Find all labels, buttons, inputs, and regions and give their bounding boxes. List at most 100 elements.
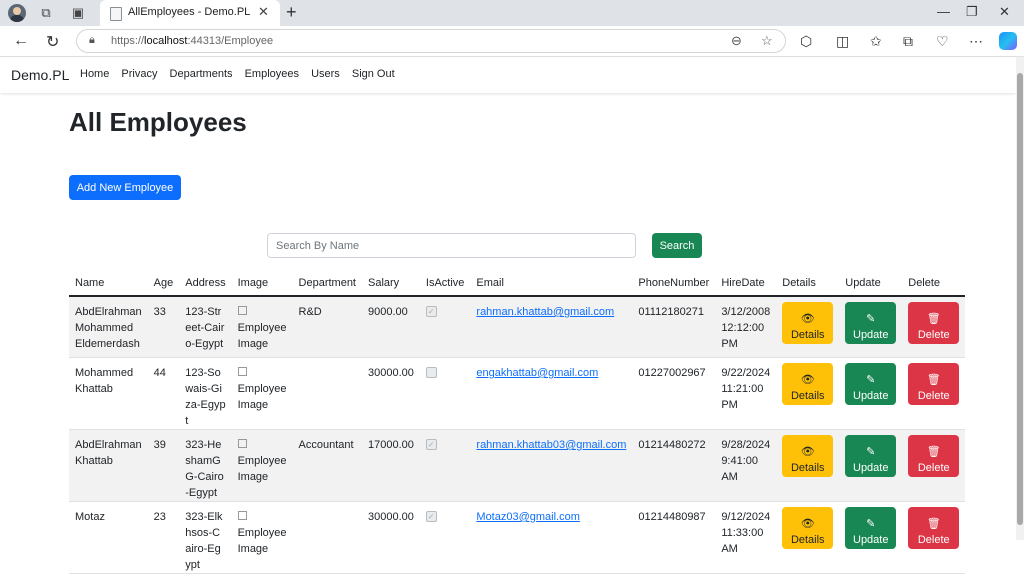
cell-isactive	[419, 357, 471, 430]
nav-departments[interactable]: Departments	[170, 68, 233, 80]
cell-phone: 01112180271	[632, 296, 716, 358]
email-link[interactable]: engakhattab@gmail.com	[476, 367, 598, 379]
cell-details: 👁︎ Details	[776, 357, 840, 430]
delete-button[interactable]: 🗑︎ Delete	[908, 507, 960, 549]
tab-actions-icon[interactable]: ▣	[70, 5, 86, 21]
lock-icon[interactable]: 🔒︎	[89, 34, 95, 47]
cell-email: rahman.khattab@gmail.com	[470, 296, 633, 358]
search-button[interactable]: Search	[652, 233, 702, 258]
employees-table: Name Age Address Image Department Salary…	[69, 270, 966, 574]
page-scrollbar[interactable]	[1016, 57, 1024, 540]
favorites-icon[interactable]: ✩	[870, 33, 882, 50]
isactive-checkbox	[425, 367, 437, 378]
copilot-icon[interactable]	[999, 32, 1017, 50]
scrollbar-thumb[interactable]	[1017, 73, 1023, 525]
update-button[interactable]: ✎ Update	[845, 507, 897, 549]
cell-hiredate: 9/22/2024 11:21:00 PM	[715, 357, 777, 430]
col-name: Name	[69, 270, 148, 297]
delete-button[interactable]: 🗑︎ Delete	[908, 302, 960, 344]
email-link[interactable]: Motaz03@gmail.com	[476, 511, 579, 523]
cell-email: engakhattab@gmail.com	[470, 357, 633, 430]
cell-isactive	[419, 296, 471, 358]
restore-icon[interactable]: ❐	[966, 4, 978, 20]
tab-title: AllEmployees - Demo.PL	[128, 6, 251, 18]
split-screen-icon[interactable]: ◫	[836, 33, 849, 50]
details-button[interactable]: 👁︎ Details	[782, 435, 834, 477]
refresh-icon[interactable]: ↻	[46, 32, 59, 52]
address-bar[interactable]: 🔒︎ https://localhost:44313/Employee ⊖ ☆	[76, 29, 786, 53]
eye-icon: 👁︎	[800, 312, 815, 325]
nav-employees[interactable]: Employees	[245, 68, 299, 80]
trash-icon: 🗑︎	[926, 517, 941, 530]
cell-department	[292, 501, 362, 574]
col-address: Address	[179, 270, 232, 297]
nav-home[interactable]: Home	[80, 68, 109, 80]
url-text: https://localhost:44313/Employee	[111, 35, 274, 47]
cell-age: 33	[147, 296, 180, 358]
delete-button[interactable]: 🗑︎ Delete	[908, 435, 960, 477]
update-button[interactable]: ✎ Update	[845, 435, 897, 477]
browser-toolbar: ← ↻ 🔒︎ https://localhost:44313/Employee …	[0, 26, 1024, 57]
cell-name: Motaz	[69, 501, 148, 574]
add-new-employee-button[interactable]: Add New Employee	[69, 175, 181, 200]
cell-delete: 🗑︎ Delete	[902, 429, 966, 502]
eye-icon: 👁︎	[800, 517, 815, 530]
cell-salary: 9000.00	[362, 296, 420, 358]
details-button[interactable]: 👁︎ Details	[782, 507, 834, 549]
col-image: Image	[231, 270, 293, 297]
cell-delete: 🗑︎ Delete	[902, 357, 966, 430]
site-brand[interactable]: Demo.PL	[11, 67, 69, 83]
back-arrow-icon[interactable]: ←	[13, 32, 29, 50]
cell-image: Employee Image	[231, 357, 293, 430]
nav-links: Home Privacy Departments Employees Users…	[80, 68, 404, 80]
workspaces-icon[interactable]: ⧉	[38, 5, 54, 21]
favorite-star-icon[interactable]: ☆	[761, 33, 773, 49]
cell-details: 👁︎ Details	[776, 429, 840, 502]
cell-email: Motaz03@gmail.com	[470, 501, 633, 574]
cell-hiredate: 9/28/2024 9:41:00 AM	[715, 429, 777, 502]
cell-salary: 30000.00	[362, 501, 420, 574]
collections-icon[interactable]: ⧉	[903, 33, 913, 50]
close-tab-icon[interactable]: ✕	[258, 4, 269, 20]
cell-salary: 30000.00	[362, 357, 420, 430]
extensions-icon[interactable]: ⬡	[800, 33, 812, 50]
isactive-checkbox	[425, 304, 437, 320]
cell-image: Employee Image	[231, 296, 293, 358]
nav-sign-out[interactable]: Sign Out	[352, 68, 395, 80]
col-phone: PhoneNumber	[632, 270, 716, 297]
table-row: Motaz 23 323-Elkhsos-Cairo-Egypt Employee I…	[69, 501, 966, 574]
profile-avatar[interactable]	[8, 4, 26, 22]
window-close-icon[interactable]: ✕	[999, 4, 1010, 20]
trash-icon: 🗑︎	[926, 373, 941, 386]
edit-icon: ✎	[866, 517, 876, 530]
minimize-icon[interactable]: —	[937, 4, 950, 19]
nav-privacy[interactable]: Privacy	[121, 68, 157, 80]
more-menu-icon[interactable]: ⋯	[969, 33, 983, 50]
broken-image-icon	[237, 511, 247, 520]
browser-tab[interactable]: AllEmployees - Demo.PL ✕	[100, 0, 280, 26]
search-input[interactable]	[267, 233, 636, 258]
email-link[interactable]: rahman.khattab03@gmail.com	[476, 439, 626, 451]
details-button[interactable]: 👁︎ Details	[782, 363, 834, 405]
cell-salary: 17000.00	[362, 429, 420, 502]
employee-image: Employee Image	[237, 511, 287, 555]
cell-address: 323-Elkhsos-Cairo-Egypt	[179, 501, 232, 574]
email-link[interactable]: rahman.khattab@gmail.com	[476, 306, 614, 318]
cell-name: AbdElrahman Khattab	[69, 429, 148, 502]
details-button[interactable]: 👁︎ Details	[782, 302, 834, 344]
cell-update: ✎ Update	[839, 296, 903, 358]
page-favicon-icon	[110, 7, 122, 21]
eye-icon: 👁︎	[800, 445, 815, 458]
nav-users[interactable]: Users	[311, 68, 340, 80]
update-button[interactable]: ✎ Update	[845, 363, 897, 405]
cell-delete: 🗑︎ Delete	[902, 296, 966, 358]
cell-details: 👁︎ Details	[776, 501, 840, 574]
zoom-icon[interactable]: ⊖	[731, 33, 742, 49]
update-button[interactable]: ✎ Update	[845, 302, 897, 344]
new-tab-icon[interactable]: +	[286, 2, 297, 23]
cell-age: 39	[147, 429, 180, 502]
performance-icon[interactable]: ♡	[936, 33, 949, 50]
cell-phone: 01214480987	[632, 501, 716, 574]
col-details: Details	[776, 270, 840, 297]
delete-button[interactable]: 🗑︎ Delete	[908, 363, 960, 405]
